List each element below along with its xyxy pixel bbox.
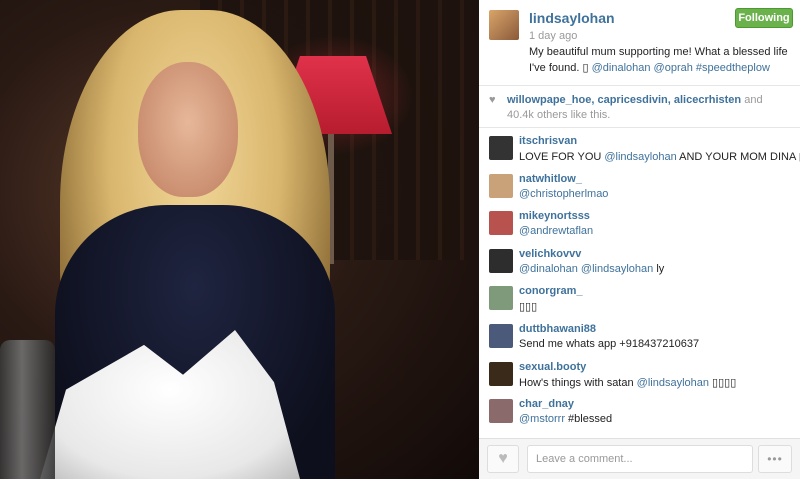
- comment-input[interactable]: [527, 445, 753, 473]
- comment-text-post: AND YOUR MOM DINA ▯▯▯▯: [679, 151, 800, 163]
- user-avatar[interactable]: [489, 10, 519, 40]
- comment-item: velichkovvv @dinalohan @lindsaylohan ly: [479, 241, 800, 279]
- heart-icon: ♥: [489, 94, 496, 106]
- following-button[interactable]: Following: [735, 8, 793, 28]
- comment-text-post: ly: [653, 262, 665, 275]
- commenter-username[interactable]: natwhitlow_: [519, 173, 582, 185]
- comment-text: @dinalohan @lindsaylohan ly: [519, 263, 664, 275]
- more-options-button[interactable]: •••: [758, 445, 792, 473]
- caption-hashtag[interactable]: #speedtheplow: [696, 62, 770, 74]
- likes-users[interactable]: willowpape_hoe, capricesdivin, alicecrhi…: [507, 94, 741, 106]
- post-photo[interactable]: [0, 0, 479, 479]
- caption-emoji: ▯: [582, 62, 589, 74]
- post-caption: My beautiful mum supporting me! What a b…: [529, 44, 794, 76]
- comment-text-post: #blessed: [565, 413, 613, 426]
- comment-text-post: ▯▯▯▯: [708, 376, 737, 389]
- instagram-post-view: lindsaylohan 1 day ago Following My beau…: [0, 0, 800, 479]
- comment-text: LOVE FOR YOU @lindsaylohan AND YOUR MOM …: [519, 150, 800, 163]
- commenter-avatar[interactable]: [489, 361, 513, 386]
- comment-text-pre: ▯▯▯: [519, 301, 538, 314]
- comment-bar: ♥ •••: [479, 438, 800, 479]
- caption-mentions[interactable]: @dinalohan @oprah: [592, 62, 693, 74]
- comment-text-pre: How's things with satan: [519, 376, 637, 389]
- commenter-avatar[interactable]: [489, 248, 513, 273]
- comment-item: duttbhawani88 Send me whats app +91843721…: [479, 316, 800, 354]
- comment-item: mikeynortsss @andrewtaflan: [479, 203, 800, 241]
- commenter-username[interactable]: char_dnay: [519, 398, 574, 410]
- comment-list[interactable]: itschrisvan LOVE FOR YOU @lindsaylohan AN…: [479, 128, 800, 438]
- commenter-username[interactable]: velichkovvv: [519, 248, 581, 260]
- commenter-avatar[interactable]: [489, 399, 513, 424]
- heart-icon: ♥: [498, 450, 508, 467]
- likes-text: willowpape_hoe, capricesdivin, alicecrhi…: [507, 93, 792, 123]
- commenter-username[interactable]: itschrisvan: [519, 135, 577, 147]
- comment-text: How's things with satan @lindsaylohan ▯▯…: [519, 376, 736, 389]
- comment-text: @andrewtaflan: [519, 225, 593, 237]
- post-header: lindsaylohan 1 day ago Following My beau…: [479, 0, 800, 86]
- comment-item: conorgram_ ▯▯▯: [479, 278, 800, 316]
- comment-text: @christopherlmao: [519, 188, 608, 200]
- commenter-avatar[interactable]: [489, 323, 513, 348]
- comment-mention[interactable]: @lindsaylohan: [637, 377, 709, 389]
- commenter-avatar[interactable]: [489, 173, 513, 198]
- wine-glass: [0, 340, 55, 479]
- commenter-username[interactable]: sexual.booty: [519, 361, 586, 373]
- post-timestamp[interactable]: 1 day ago: [529, 30, 577, 42]
- face: [138, 62, 238, 197]
- comment-mention[interactable]: @mstorrr: [519, 413, 565, 425]
- ellipsis-icon: •••: [767, 452, 783, 466]
- comment-text-pre: Send me whats app +918437210637: [519, 337, 700, 350]
- likes-summary: ♥ willowpape_hoe, capricesdivin, alicecr…: [479, 86, 800, 128]
- commenter-username[interactable]: mikeynortsss: [519, 210, 590, 222]
- comment-text: ▯▯▯: [519, 300, 537, 313]
- commenter-avatar[interactable]: [489, 136, 513, 160]
- commenter-username[interactable]: conorgram_: [519, 285, 583, 297]
- comment-item: sexual.booty How's things with satan @lin…: [479, 354, 800, 392]
- commenter-username[interactable]: duttbhawani88: [519, 323, 596, 335]
- comment-mention[interactable]: @andrewtaflan: [519, 225, 593, 237]
- comment-mention[interactable]: @christopherlmao: [519, 188, 608, 200]
- comment-item: natwhitlow_ @christopherlmao: [479, 166, 800, 204]
- commenter-avatar[interactable]: [489, 286, 513, 311]
- comment-text-pre: LOVE FOR YOU: [519, 151, 605, 163]
- post-side-panel: lindsaylohan 1 day ago Following My beau…: [479, 0, 800, 479]
- post-username[interactable]: lindsaylohan: [529, 10, 615, 26]
- comment-item: char_dnay @mstorrr #blessed: [479, 391, 800, 429]
- comment-text: Send me whats app +918437210637: [519, 338, 699, 350]
- comment-item: itschrisvan LOVE FOR YOU @lindsaylohan AN…: [479, 128, 800, 166]
- commenter-avatar[interactable]: [489, 211, 513, 236]
- comment-mention[interactable]: @dinalohan @lindsaylohan: [519, 263, 653, 275]
- like-button[interactable]: ♥: [487, 445, 519, 473]
- comment-text: @mstorrr #blessed: [519, 413, 612, 425]
- comment-mention[interactable]: @lindsaylohan: [604, 151, 676, 163]
